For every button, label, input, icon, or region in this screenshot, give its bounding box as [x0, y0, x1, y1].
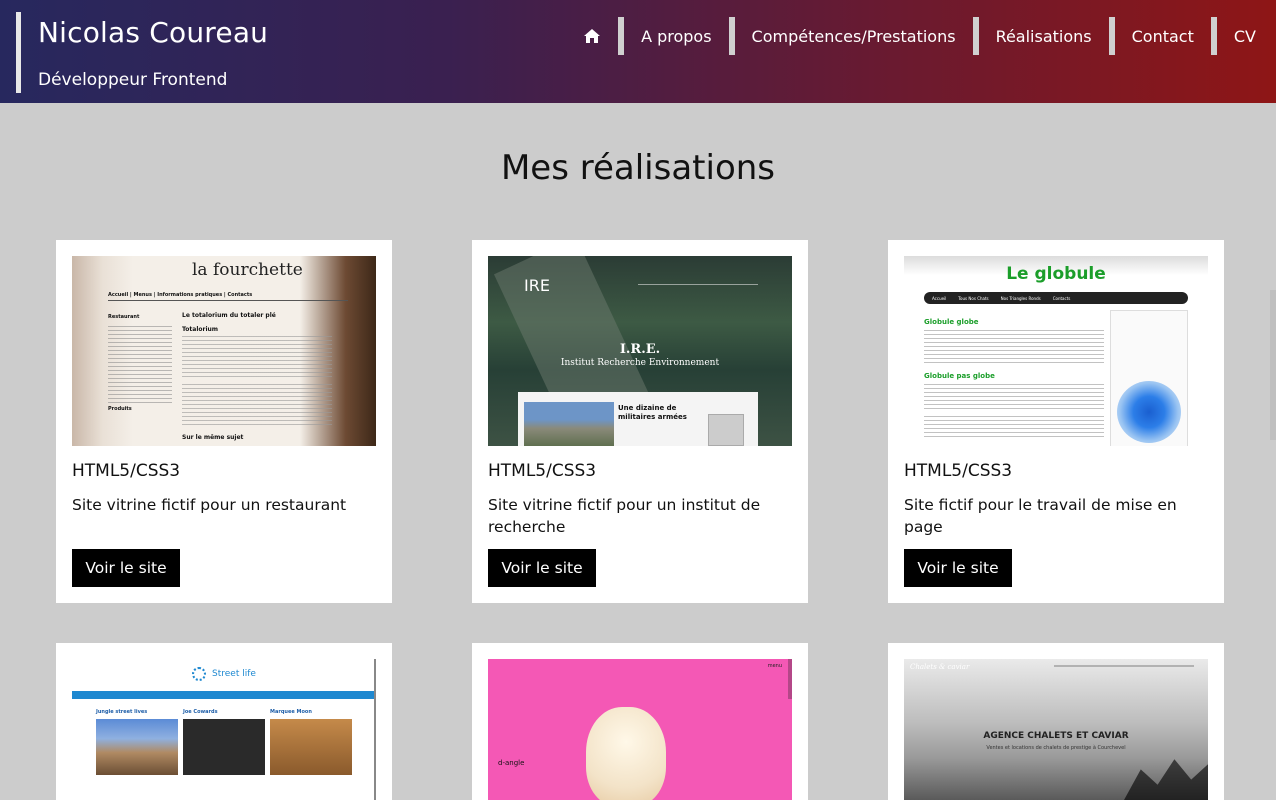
project-card: Le globule Accueil Tous Nos Chats Nos Tr…	[888, 240, 1224, 603]
thumb-nav-item: Tous Nos Chats	[958, 295, 989, 301]
thumb-nav: Accueil | Menus | Informations pratiques…	[108, 292, 253, 298]
thumb-label: d-angle	[498, 759, 525, 767]
thumb-nav-bar: Accueil Tous Nos Chats Nos Triangles Ron…	[924, 292, 1188, 304]
thumb-col-title: Joe Cowards	[183, 709, 218, 715]
project-card: menu d-angle	[472, 643, 808, 800]
nav-cv[interactable]: CV	[1217, 17, 1276, 55]
thumb-text-block	[182, 336, 332, 380]
site-owner-role: Développeur Frontend	[38, 70, 228, 90]
thumb-title: Street life	[212, 669, 256, 679]
project-description: Site vitrine fictif pour un institut de …	[488, 496, 761, 536]
thumb-side-title2: Produits	[108, 406, 132, 412]
thumb-side-title: Restaurant	[108, 314, 140, 320]
nav-home[interactable]	[566, 17, 618, 55]
project-card: IRE I.R.E. Institut Recherche Environnem…	[472, 240, 808, 603]
thumb-menu-label: menu	[767, 663, 782, 669]
thumb-logo: Chalets & caviar	[910, 663, 970, 671]
project-thumbnail[interactable]: IRE I.R.E. Institut Recherche Environnem…	[488, 256, 792, 446]
project-tech: HTML5/CSS3	[72, 461, 181, 481]
thumb-nav-item: Accueil	[932, 295, 947, 301]
brand-accent-bar	[16, 12, 21, 93]
thumb-side-text	[108, 326, 172, 406]
page-scrollbar[interactable]	[1270, 290, 1276, 440]
thumb-article-title: Une dizaine de militaires armées	[618, 404, 687, 421]
thumb-text-block	[924, 416, 1104, 440]
project-thumbnail[interactable]: Street life Jungle street lives Joe Cowa…	[72, 659, 376, 800]
thumb-photo	[96, 719, 178, 775]
thumb-nav-bar	[72, 691, 376, 699]
thumb-chick-image	[586, 707, 666, 800]
project-tech: HTML5/CSS3	[488, 461, 597, 481]
site-header: Nicolas Coureau Développeur Frontend A p…	[0, 0, 1276, 103]
thumb-nav-line	[638, 284, 758, 285]
thumb-article-panel: Une dizaine de militaires armées	[518, 392, 758, 446]
thumb-logo: IRE	[524, 276, 550, 295]
section-title: Mes réalisations	[500, 148, 776, 188]
project-thumbnail[interactable]: Chalets & caviar AGENCE CHALETS ET CAVIA…	[904, 659, 1208, 800]
home-icon	[584, 29, 601, 43]
nav-projects[interactable]: Réalisations	[979, 17, 1109, 55]
view-site-button[interactable]: Voir le site	[488, 549, 596, 587]
thumb-photo	[183, 719, 265, 775]
main-nav: A propos Compétences/Prestations Réalisa…	[566, 17, 1276, 55]
site-owner-name[interactable]: Nicolas Coureau	[38, 16, 268, 49]
thumb-subheading: Totalorium	[182, 326, 219, 333]
thumb-col-title: Jungle street lives	[96, 709, 148, 715]
project-tech: HTML5/CSS3	[904, 461, 1013, 481]
thumb-photo	[270, 719, 352, 775]
view-site-button[interactable]: Voir le site	[72, 549, 180, 587]
thumb-text-block	[924, 330, 1104, 364]
thumb-nav-line	[1054, 665, 1194, 667]
thumb-article-image	[524, 402, 614, 446]
thumb-scrollbar	[788, 659, 792, 699]
thumb-nav-item: Contacts	[1052, 295, 1071, 301]
project-description: Site fictif pour le travail de mise en p…	[904, 496, 1177, 536]
thumb-col-title: Marquee Moon	[270, 709, 312, 715]
thumb-text-block	[182, 384, 332, 428]
thumb-heading: Le totalorium du totaler plé	[182, 312, 276, 319]
thumb-mountain	[1124, 759, 1208, 800]
project-thumbnail[interactable]: menu d-angle	[488, 659, 792, 800]
thumb-subtitle: Institut Recherche Environnement	[560, 358, 720, 368]
thumb-title: I.R.E.	[619, 342, 661, 357]
thumb-logo: la fourchette	[192, 260, 303, 280]
nav-contact[interactable]: Contact	[1115, 17, 1211, 55]
thumb-heading: Globule globe	[924, 318, 979, 326]
thumb-divider	[108, 300, 348, 301]
thumb-globe-image	[1117, 381, 1181, 443]
thumb-article-doc	[708, 414, 744, 446]
project-card: Street life Jungle street lives Joe Cowa…	[56, 643, 392, 800]
project-card: la fourchette Accueil | Menus | Informat…	[56, 240, 392, 603]
view-site-button[interactable]: Voir le site	[904, 549, 1012, 587]
thumb-logo-icon	[192, 667, 206, 681]
thumb-sidebar	[1110, 310, 1188, 446]
project-thumbnail[interactable]: la fourchette Accueil | Menus | Informat…	[72, 256, 376, 446]
project-thumbnail[interactable]: Le globule Accueil Tous Nos Chats Nos Tr…	[904, 256, 1208, 446]
thumb-scrollbar	[374, 659, 376, 800]
thumb-footer-title: Sur le même sujet	[182, 434, 244, 441]
nav-skills[interactable]: Compétences/Prestations	[735, 17, 973, 55]
thumb-subtitle: Ventes et locations de chalets de presti…	[986, 745, 1126, 751]
project-description: Site vitrine fictif pour un restaurant	[72, 496, 347, 514]
thumb-title: AGENCE CHALETS ET CAVIAR	[983, 731, 1129, 741]
thumb-subheading: Globule pas globe	[924, 372, 995, 380]
thumb-nav-item: Nos Triangles Ronds	[1000, 295, 1041, 301]
thumb-text-block	[924, 384, 1104, 412]
project-card: Chalets & caviar AGENCE CHALETS ET CAVIA…	[888, 643, 1224, 800]
thumb-title: Le globule	[1006, 264, 1106, 284]
nav-about[interactable]: A propos	[624, 17, 728, 55]
